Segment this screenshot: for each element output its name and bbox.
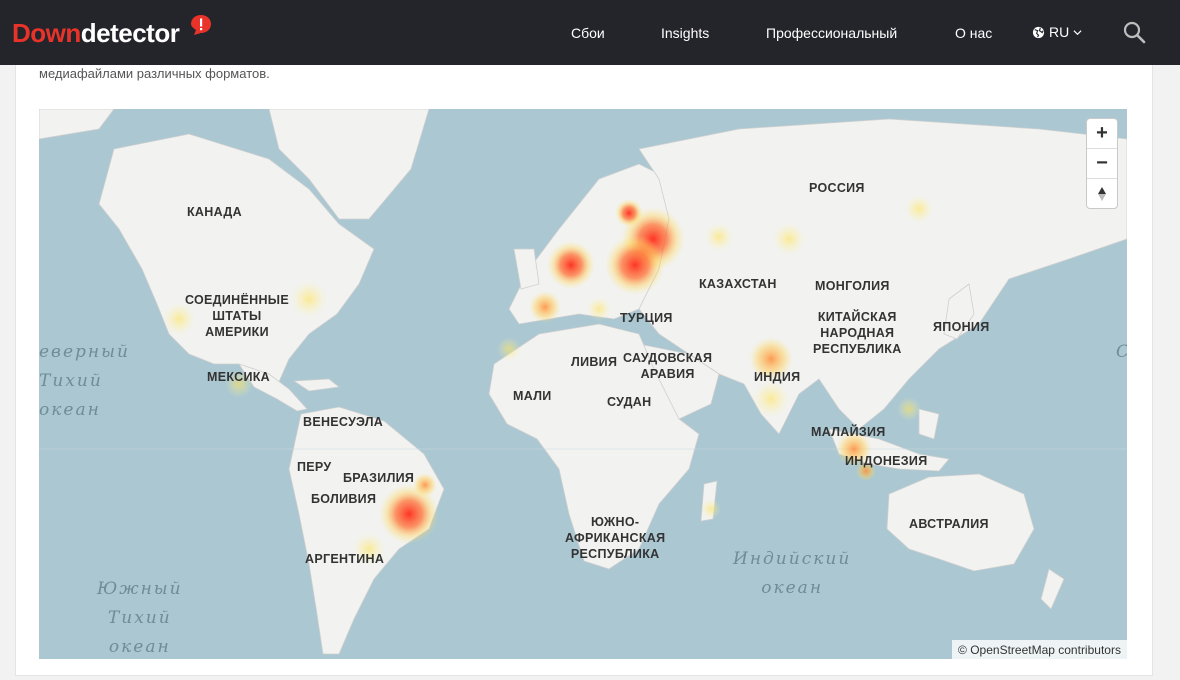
alert-badge-icon [191,15,211,35]
ocean-label: еверный Тихий океан [39,342,130,420]
country-label: ЮЖНО- АФРИКАНСКАЯ РЕСПУБЛИКА [565,515,666,561]
country-label: МАЛИ [513,389,552,403]
compass-icon [1098,186,1106,201]
top-navigation-bar: Downdetector Сбои Insights Профессиональ… [0,0,1180,65]
country-label: АРГЕНТИНА [305,552,385,566]
nav-about[interactable]: О нас [955,0,992,65]
nav-professional[interactable]: Профессиональный [766,0,897,65]
country-label: ТУРЦИЯ [620,311,673,325]
description-text: медиафайлами различных форматов. [39,66,270,81]
chevron-down-icon [1073,29,1082,35]
country-label: МАЛАЙЗИЯ [811,425,886,439]
globe-icon [1032,26,1045,38]
world-map-svg [39,109,1127,655]
country-label: КИТАЙСКАЯ НАРОДНАЯ РЕСПУБЛИКА [813,310,902,356]
map-zoom-controls: + − [1086,118,1118,209]
country-label: ЛИВИЯ [571,355,618,369]
nav-insights[interactable]: Insights [661,0,709,65]
country-label: САУДОВСКАЯ АРАВИЯ [623,351,713,381]
nav-outages[interactable]: Сбои [571,0,605,65]
country-label: БОЛИВИЯ [311,492,377,506]
country-label: РОССИЯ [809,181,865,195]
country-label: ВЕНЕСУЭЛА [303,415,384,429]
country-label: ПЕРУ [297,460,332,474]
outage-map[interactable]: КАНАДА СОЕДИНЁННЫЕ ШТАТЫ АМЕРИКИ МЕКСИКА… [39,109,1127,659]
country-label: МЕКСИКА [207,370,270,384]
downdetector-logo[interactable]: Downdetector [12,18,180,49]
ocean-label: Южный Тихий океан [97,579,183,657]
country-label: КАЗАХСТАН [699,277,777,291]
zoom-in-button[interactable]: + [1087,119,1117,149]
country-label: БРАЗИЛИЯ [343,471,415,485]
country-label: СУДАН [607,395,652,409]
country-label: АВСТРАЛИЯ [909,517,989,531]
country-label: МОНГОЛИЯ [815,279,890,293]
country-label: КАНАДА [187,205,242,219]
ocean-label: Индийский океан [733,549,852,598]
country-label: ИНДИЯ [754,370,801,384]
country-label: ИНДОНЕЗИЯ [845,454,928,468]
reset-bearing-button[interactable] [1087,179,1117,208]
country-label: ЯПОНИЯ [933,320,990,334]
search-icon[interactable] [1122,20,1146,44]
country-label: СОЕДИНЁННЫЕ ШТАТЫ АМЕРИКИ [185,293,289,339]
language-selector[interactable]: RU [1032,24,1082,40]
ocean-label: С [1116,338,1127,367]
zoom-out-button[interactable]: − [1087,149,1117,179]
map-attribution[interactable]: © OpenStreetMap contributors [952,640,1127,659]
